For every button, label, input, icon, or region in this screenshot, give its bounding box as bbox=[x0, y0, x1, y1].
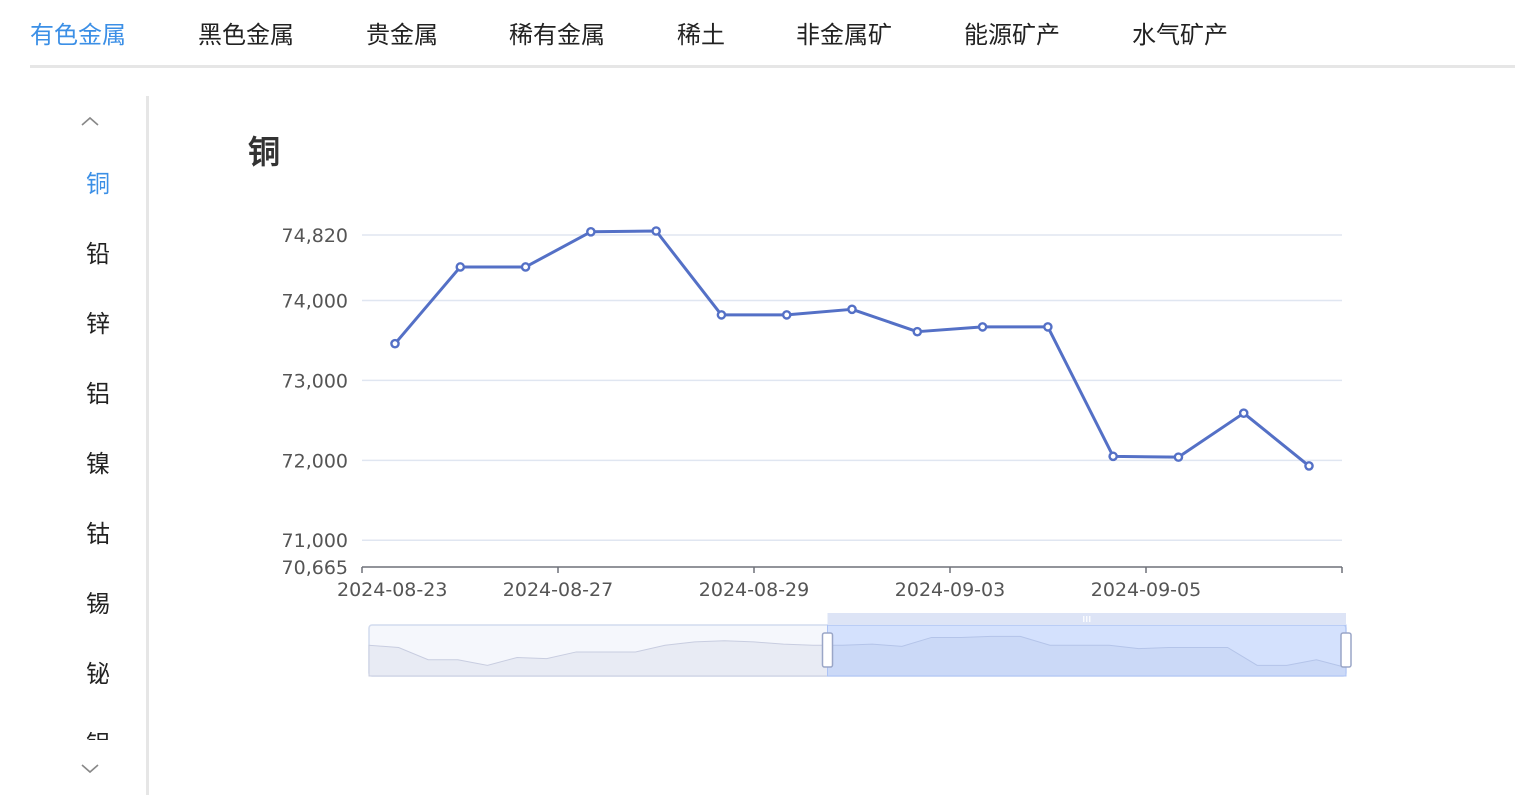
data-point bbox=[716, 310, 727, 320]
data-point bbox=[1304, 461, 1314, 471]
data-point bbox=[455, 262, 466, 272]
data-point bbox=[586, 227, 596, 237]
series-line bbox=[393, 229, 1310, 468]
zoom-handle-right[interactable] bbox=[1340, 632, 1352, 668]
data-point bbox=[1238, 408, 1249, 418]
data-point bbox=[1108, 451, 1118, 462]
grid-lines bbox=[362, 234, 1342, 541]
zoom-handle-left[interactable] bbox=[821, 632, 834, 668]
x-tick-label: 2024-08-23 bbox=[337, 579, 447, 601]
y-tick-label: 74,820 bbox=[282, 225, 348, 247]
data-point bbox=[390, 338, 400, 349]
y-tick-label: 72,000 bbox=[282, 450, 348, 472]
data-point bbox=[520, 262, 531, 272]
data-point bbox=[847, 304, 857, 315]
x-tick-label: 2024-09-03 bbox=[895, 579, 1005, 601]
price-series bbox=[390, 226, 1314, 471]
y-tick-label: 73,000 bbox=[282, 370, 348, 392]
y-tick-label: 74,000 bbox=[282, 291, 348, 313]
data-point bbox=[651, 226, 661, 236]
zoom-selection[interactable] bbox=[827, 624, 1347, 677]
zoom-slider[interactable] bbox=[368, 613, 1352, 677]
data-point bbox=[1173, 452, 1184, 462]
copper-price-chart: 70,665 71,000 72,000 73,000 74,000 74,820 2024… bbox=[282, 225, 1352, 677]
axes: 70,665 71,000 72,000 73,000 74,000 74,820 2024… bbox=[282, 225, 1343, 601]
x-tick-label: 2024-09-05 bbox=[1091, 579, 1201, 601]
x-tick-label: 2024-08-29 bbox=[699, 579, 809, 601]
data-point bbox=[1043, 322, 1053, 332]
data-point bbox=[781, 310, 792, 320]
y-tick-label: 70,665 bbox=[282, 557, 348, 579]
x-tick-label: 2024-08-27 bbox=[503, 579, 613, 601]
y-tick-label: 71,000 bbox=[282, 530, 348, 552]
data-point bbox=[912, 326, 923, 337]
data-point bbox=[977, 322, 988, 332]
